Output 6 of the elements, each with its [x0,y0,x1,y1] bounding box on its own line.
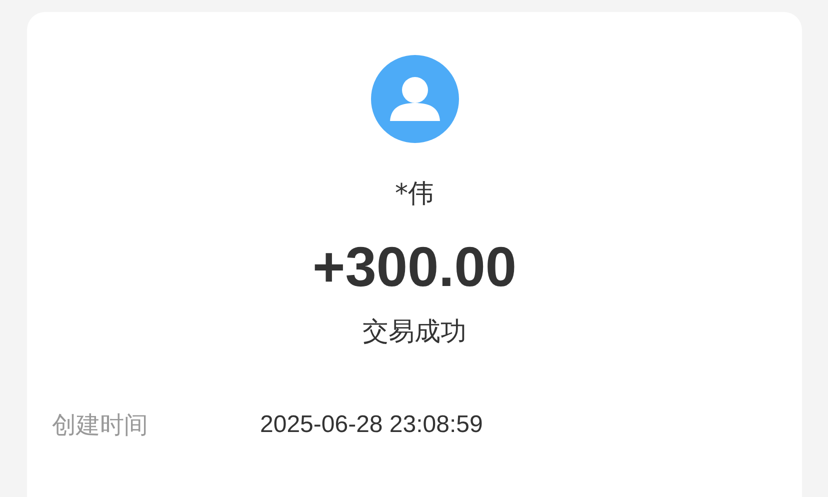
transaction-status: 交易成功 [362,316,466,349]
amount: +300.00 [312,234,516,300]
avatar-icon [370,55,458,143]
payee-name: *伟 [395,178,434,211]
detail-value: 2025-06-28 23:08:59 [260,410,483,440]
detail-label: 创建时间 [52,410,149,441]
